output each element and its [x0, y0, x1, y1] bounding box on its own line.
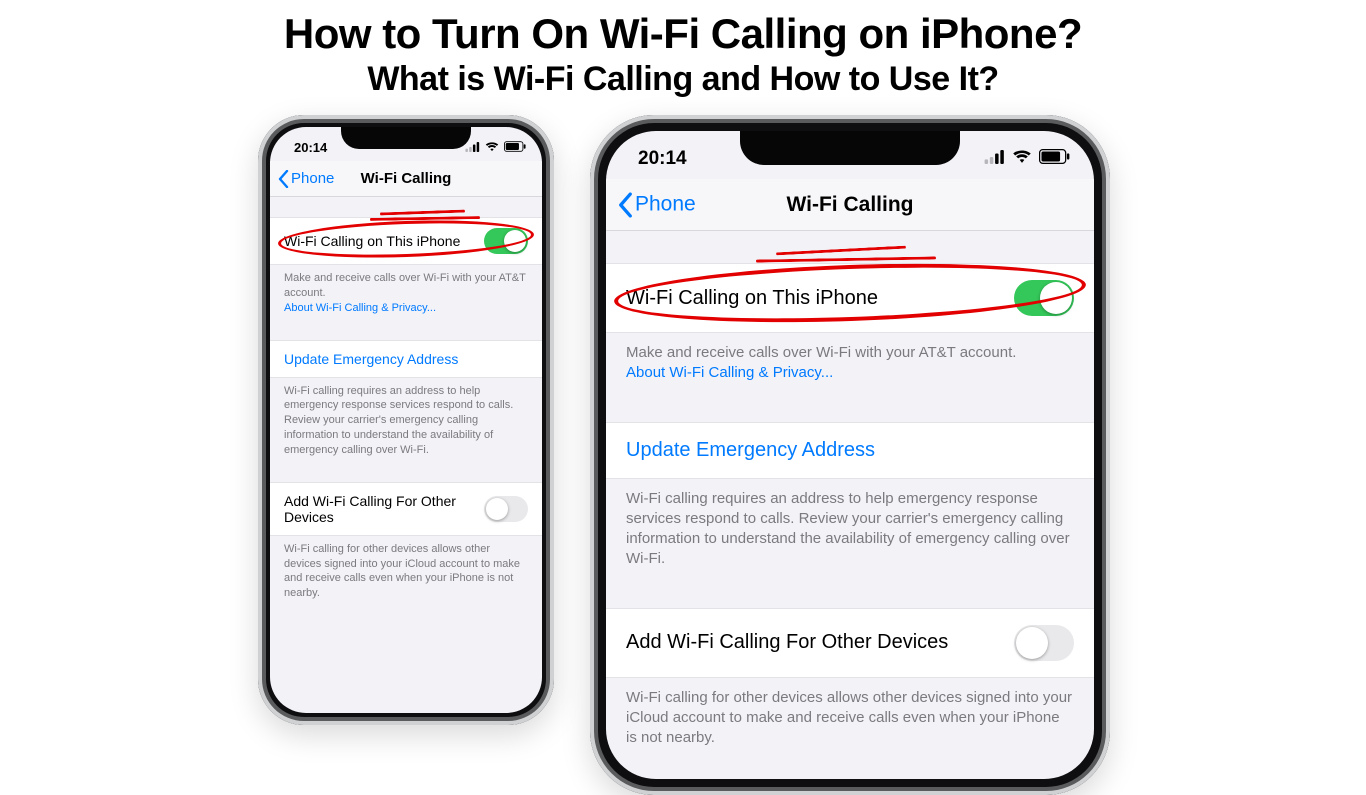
wifi-calling-row[interactable]: Wi-Fi Calling on This iPhone: [270, 217, 542, 265]
back-button[interactable]: Phone: [618, 192, 696, 217]
wifi-calling-footer: Make and receive calls over Wi-Fi with y…: [606, 333, 1094, 390]
phone-screen: 20:14 Ph: [270, 127, 542, 713]
cellular-icon: [984, 148, 1005, 170]
screen-title: Wi-Fi Calling: [787, 193, 914, 217]
status-icons: [984, 148, 1070, 170]
phone-notch: [740, 131, 960, 165]
footer1-text: Make and receive calls over Wi-Fi with y…: [284, 272, 526, 299]
status-time: 20:14: [294, 140, 327, 155]
wifi-calling-label: Wi-Fi Calling on This iPhone: [284, 233, 460, 249]
about-wifi-calling-link[interactable]: About Wi-Fi Calling & Privacy...: [284, 302, 436, 314]
wifi-calling-label: Wi-Fi Calling on This iPhone: [626, 287, 878, 310]
update-emergency-row[interactable]: Update Emergency Address: [606, 422, 1094, 479]
back-label: Phone: [635, 193, 696, 217]
back-button[interactable]: Phone: [278, 170, 334, 188]
wifi-calling-row[interactable]: Wi-Fi Calling on This iPhone: [606, 263, 1094, 333]
wifi-calling-toggle[interactable]: [1014, 280, 1074, 316]
wifi-icon: [485, 140, 499, 155]
back-label: Phone: [291, 170, 334, 187]
page-subtitle: What is Wi-Fi Calling and How to Use It?: [0, 60, 1366, 99]
about-wifi-calling-link[interactable]: About Wi-Fi Calling & Privacy...: [626, 364, 833, 381]
chevron-left-icon: [278, 170, 289, 188]
other-devices-toggle[interactable]: [1014, 625, 1074, 661]
emergency-footer: Wi-Fi calling requires an address to hel…: [270, 378, 542, 462]
other-devices-footer: Wi-Fi calling for other devices allows o…: [606, 678, 1094, 755]
other-devices-footer: Wi-Fi calling for other devices allows o…: [270, 536, 542, 605]
chevron-left-icon: [618, 192, 633, 217]
wifi-calling-footer: Make and receive calls over Wi-Fi with y…: [270, 265, 542, 320]
status-icons: [465, 140, 526, 155]
page-title: How to Turn On Wi-Fi Calling on iPhone?: [0, 10, 1366, 58]
iphone-mockup-small: 20:14 Ph: [258, 115, 554, 725]
update-emergency-label: Update Emergency Address: [284, 351, 458, 367]
phone-screen: 20:14 Ph: [606, 131, 1094, 779]
other-devices-row[interactable]: Add Wi-Fi Calling For Other Devices: [606, 608, 1094, 678]
update-emergency-label: Update Emergency Address: [626, 439, 875, 462]
footer1-text: Make and receive calls over Wi-Fi with y…: [626, 344, 1016, 361]
wifi-icon: [1012, 148, 1032, 170]
phone-notch: [341, 127, 471, 149]
illustration-area: 20:14 Ph: [0, 115, 1366, 755]
battery-icon: [1039, 148, 1070, 170]
nav-bar: Phone Wi-Fi Calling: [270, 161, 542, 197]
other-devices-row[interactable]: Add Wi-Fi Calling For Other Devices: [270, 482, 542, 536]
other-devices-toggle[interactable]: [484, 496, 528, 522]
update-emergency-row[interactable]: Update Emergency Address: [270, 340, 542, 378]
iphone-mockup-large: 20:14 Ph: [590, 115, 1110, 795]
wifi-calling-toggle[interactable]: [484, 228, 528, 254]
screen-title: Wi-Fi Calling: [361, 170, 452, 187]
status-time: 20:14: [638, 148, 687, 170]
emergency-footer: Wi-Fi calling requires an address to hel…: [606, 479, 1094, 576]
battery-icon: [504, 140, 526, 155]
other-devices-label: Add Wi-Fi Calling For Other Devices: [626, 631, 948, 654]
other-devices-label: Add Wi-Fi Calling For Other Devices: [284, 493, 484, 525]
nav-bar: Phone Wi-Fi Calling: [606, 179, 1094, 231]
